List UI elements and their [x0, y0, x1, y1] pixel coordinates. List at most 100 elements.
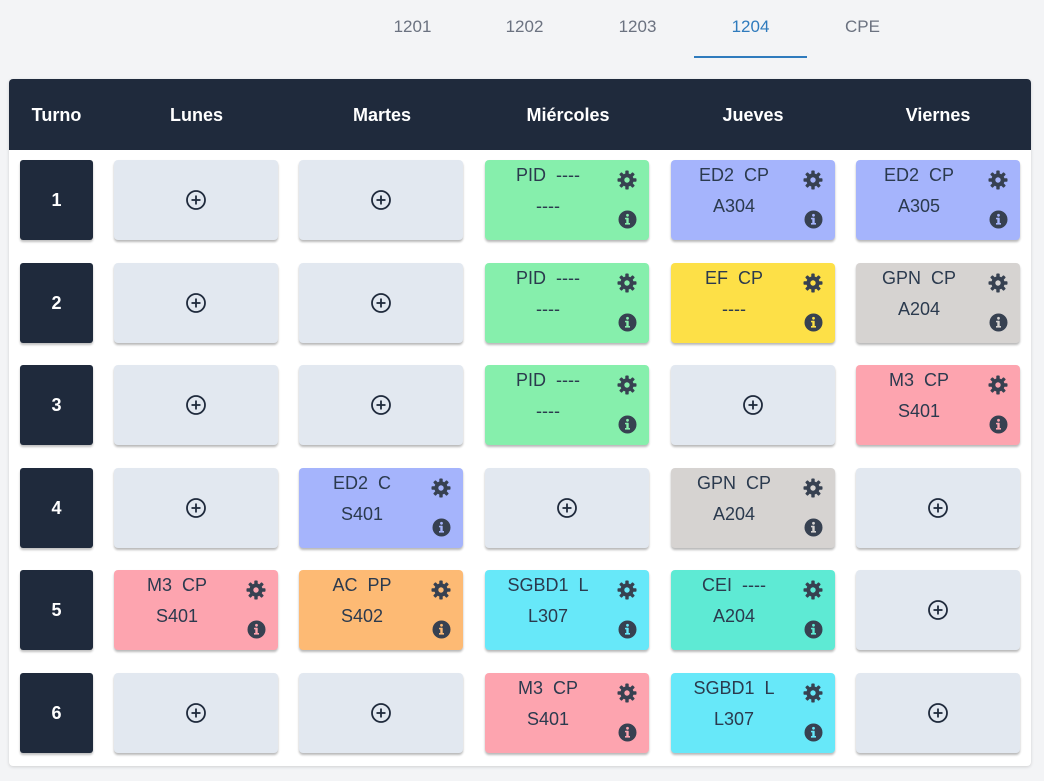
header-turno: Turno: [31, 105, 82, 125]
info-icon[interactable]: [432, 620, 451, 639]
class-slot-cell[interactable]: PID ---- ----: [485, 160, 649, 240]
class-slot-cell[interactable]: M3 CP S401: [114, 570, 278, 650]
tab-1204[interactable]: 1204: [694, 0, 807, 58]
class-slot-cell[interactable]: SGBD1 L L307: [485, 570, 649, 650]
course-label: ED2 C: [332, 473, 392, 493]
gear-icon[interactable]: [803, 170, 823, 190]
course-label: SGBD1 L: [693, 678, 775, 698]
info-icon[interactable]: [618, 620, 637, 639]
course-label: AC PP: [332, 575, 392, 595]
add-slot-icon[interactable]: [556, 497, 578, 519]
empty-slot-cell[interactable]: [299, 160, 463, 240]
gear-icon[interactable]: [617, 683, 637, 703]
class-slot-cell[interactable]: M3 CP S401: [485, 673, 649, 753]
gear-icon[interactable]: [617, 375, 637, 395]
info-icon[interactable]: [989, 313, 1008, 332]
empty-slot-cell[interactable]: [114, 160, 278, 240]
room-label: S401: [526, 709, 570, 729]
add-slot-icon[interactable]: [185, 189, 207, 211]
room-label: ----: [722, 299, 746, 319]
gear-icon[interactable]: [617, 170, 637, 190]
class-slot-cell[interactable]: CEI ---- A204: [671, 570, 835, 650]
info-icon[interactable]: [618, 723, 637, 742]
course-label: CEI ----: [702, 575, 766, 595]
class-slot-cell[interactable]: ED2 C S401: [299, 468, 463, 548]
empty-slot-cell[interactable]: [114, 468, 278, 548]
info-icon[interactable]: [989, 415, 1008, 434]
course-label: PID ----: [516, 370, 580, 390]
add-slot-icon[interactable]: [370, 394, 392, 416]
add-slot-icon[interactable]: [370, 292, 392, 314]
gear-icon[interactable]: [803, 478, 823, 498]
add-slot-icon[interactable]: [927, 497, 949, 519]
info-icon[interactable]: [618, 415, 637, 434]
course-label: PID ----: [516, 268, 580, 288]
info-icon[interactable]: [989, 210, 1008, 229]
class-slot-cell[interactable]: GPN CP A204: [856, 263, 1020, 343]
class-slot-cell[interactable]: AC PP S402: [299, 570, 463, 650]
gear-icon[interactable]: [803, 273, 823, 293]
room-label: S401: [340, 504, 384, 524]
info-icon[interactable]: [247, 620, 266, 639]
info-icon[interactable]: [804, 518, 823, 537]
empty-slot-cell[interactable]: [856, 468, 1020, 548]
gear-icon[interactable]: [431, 580, 451, 600]
info-icon[interactable]: [432, 518, 451, 537]
empty-slot-cell[interactable]: [485, 468, 649, 548]
add-slot-icon[interactable]: [370, 702, 392, 724]
room-label: S402: [340, 606, 384, 626]
gear-icon[interactable]: [988, 170, 1008, 190]
course-label: PID ----: [516, 165, 580, 185]
class-slot-cell[interactable]: ED2 CP A305: [856, 160, 1020, 240]
empty-slot-cell[interactable]: [856, 570, 1020, 650]
header-day-5: Viernes: [905, 105, 971, 125]
add-slot-icon[interactable]: [742, 394, 764, 416]
add-slot-icon[interactable]: [185, 702, 207, 724]
tab-1201[interactable]: 1201: [356, 0, 469, 58]
tab-1202[interactable]: 1202: [468, 0, 581, 58]
course-label: GPN CP: [881, 268, 956, 288]
gear-icon[interactable]: [803, 683, 823, 703]
class-slot-cell[interactable]: M3 CP S401: [856, 365, 1020, 445]
add-slot-icon[interactable]: [927, 702, 949, 724]
info-icon[interactable]: [804, 313, 823, 332]
empty-slot-cell[interactable]: [299, 673, 463, 753]
info-icon[interactable]: [618, 210, 637, 229]
gear-icon[interactable]: [246, 580, 266, 600]
add-slot-icon[interactable]: [185, 292, 207, 314]
class-slot-cell[interactable]: SGBD1 L L307: [671, 673, 835, 753]
class-slot-cell[interactable]: GPN CP A204: [671, 468, 835, 548]
add-slot-icon[interactable]: [185, 394, 207, 416]
gear-icon[interactable]: [988, 375, 1008, 395]
empty-slot-cell[interactable]: [114, 263, 278, 343]
room-label: S401: [897, 401, 941, 421]
info-icon[interactable]: [618, 313, 637, 332]
gear-icon[interactable]: [803, 580, 823, 600]
tab-1203[interactable]: 1203: [581, 0, 694, 58]
add-slot-icon[interactable]: [927, 599, 949, 621]
gear-icon[interactable]: [431, 478, 451, 498]
add-slot-icon[interactable]: [185, 497, 207, 519]
info-icon[interactable]: [804, 723, 823, 742]
info-icon[interactable]: [804, 620, 823, 639]
class-slot-cell[interactable]: EF CP ----: [671, 263, 835, 343]
gear-icon[interactable]: [988, 273, 1008, 293]
tab-cpe[interactable]: CPE: [806, 0, 919, 58]
info-icon[interactable]: [804, 210, 823, 229]
empty-slot-cell[interactable]: [299, 365, 463, 445]
empty-slot-cell[interactable]: [114, 673, 278, 753]
empty-slot-cell[interactable]: [856, 673, 1020, 753]
class-slot-cell[interactable]: ED2 CP A304: [671, 160, 835, 240]
empty-slot-cell[interactable]: [114, 365, 278, 445]
empty-slot-cell[interactable]: [299, 263, 463, 343]
room-label: A204: [712, 606, 756, 626]
empty-slot-cell[interactable]: [671, 365, 835, 445]
gear-icon[interactable]: [617, 580, 637, 600]
course-label: SGBD1 L: [507, 575, 589, 595]
class-slot-cell[interactable]: PID ---- ----: [485, 365, 649, 445]
add-slot-icon[interactable]: [370, 189, 392, 211]
turno-label: 1: [20, 160, 93, 240]
class-slot-cell[interactable]: PID ---- ----: [485, 263, 649, 343]
gear-icon[interactable]: [617, 273, 637, 293]
tab-bar: 1201 1202 1203 1204 CPE: [0, 0, 1044, 58]
